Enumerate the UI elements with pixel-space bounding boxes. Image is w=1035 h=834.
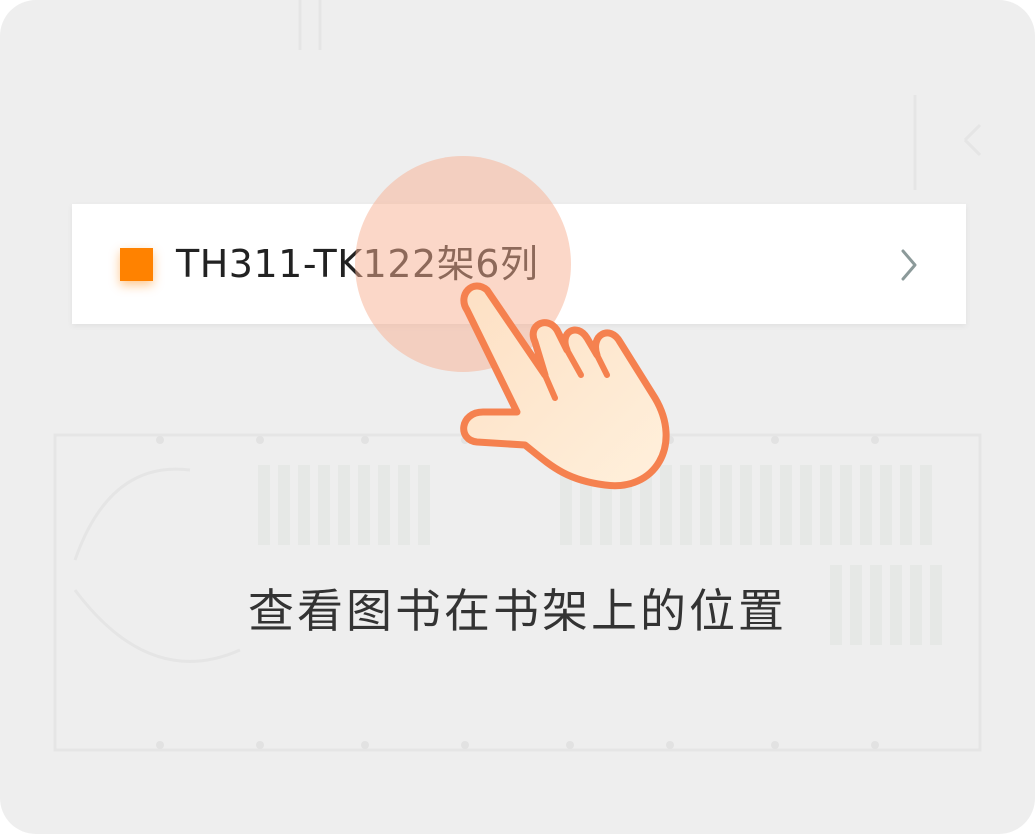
tutorial-card: TH311-TK122架6列 查看图书在书架上的位置	[0, 0, 1035, 834]
location-marker-square	[120, 248, 153, 281]
shelf-map-background	[53, 0, 982, 752]
instruction-caption: 查看图书在书架上的位置	[248, 584, 787, 638]
chevron-right-icon	[901, 249, 917, 281]
shelf-location-label: TH311-TK122架6列	[176, 242, 539, 286]
shelf-location-row[interactable]: TH311-TK122架6列	[72, 204, 966, 324]
